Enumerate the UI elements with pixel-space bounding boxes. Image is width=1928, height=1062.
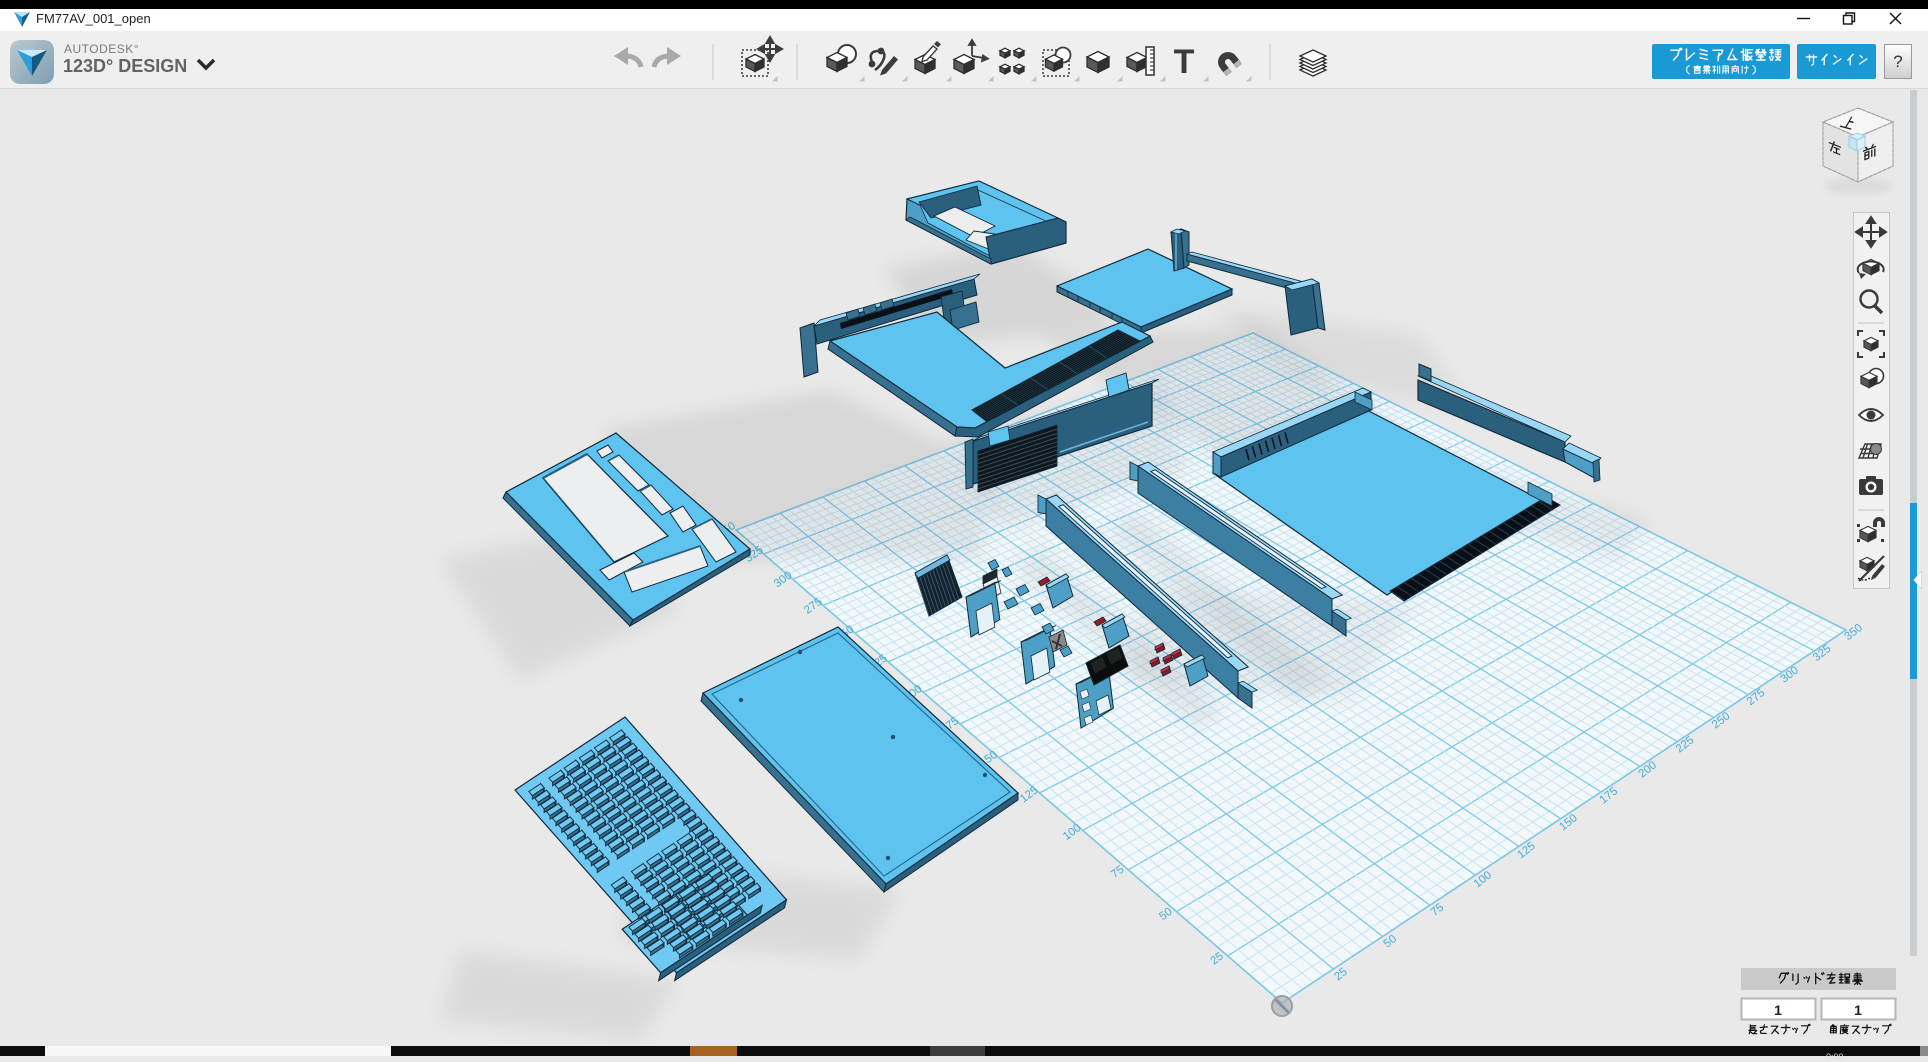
- svg-text:1: 1: [1774, 1002, 1782, 1018]
- svg-text:350: 350: [1842, 622, 1865, 643]
- svg-text:1: 1: [1854, 1002, 1862, 1018]
